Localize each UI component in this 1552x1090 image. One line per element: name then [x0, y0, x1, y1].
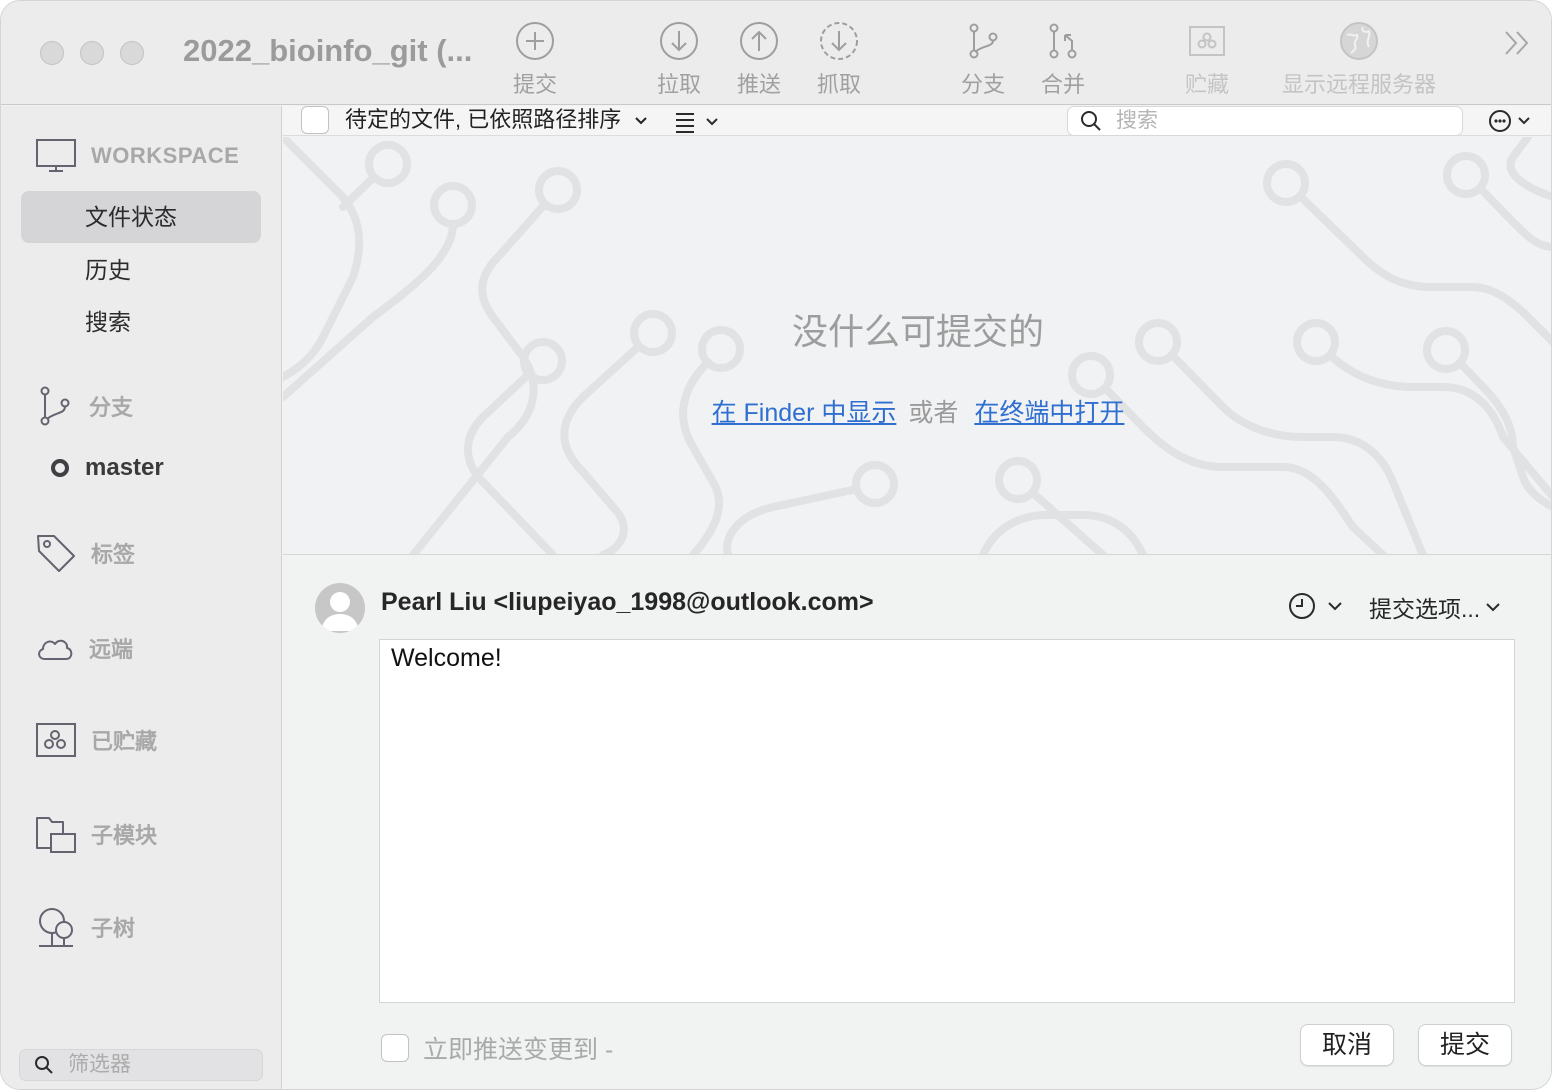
- empty-state-panel: 没什么可提交的 在 Finder 中显示 或者 在终端中打开: [283, 137, 1551, 555]
- push-immediately-checkbox[interactable]: [381, 1034, 409, 1062]
- branch-icon: [969, 23, 998, 59]
- close-window-button[interactable]: [40, 41, 64, 65]
- file-search-box[interactable]: [1067, 106, 1463, 136]
- fetch-dashed-circle-icon: [820, 22, 858, 60]
- current-branch-indicator-icon: [51, 459, 69, 477]
- branches-heading: 分支: [89, 395, 134, 420]
- merge-icon: [1049, 23, 1077, 59]
- commit-message-input[interactable]: Welcome!: [379, 639, 1515, 1003]
- merge-toolbar-button[interactable]: 合并: [1023, 21, 1103, 101]
- cancel-button[interactable]: 取消: [1300, 1024, 1394, 1066]
- avatar: [315, 583, 365, 633]
- sidebar-item-file-status[interactable]: 文件状态: [21, 191, 261, 243]
- file-list-header: 待定的文件, 已依照路径排序: [283, 106, 1551, 136]
- sidebar-item-history[interactable]: 历史: [21, 244, 261, 296]
- empty-state-title: 没什么可提交的: [791, 311, 1044, 352]
- tags-heading: 标签: [91, 542, 136, 567]
- commit-history-dropdown[interactable]: [1287, 591, 1345, 621]
- commit-toolbar-label: 提交: [512, 72, 557, 97]
- fetch-toolbar-button[interactable]: 抓取: [799, 21, 879, 101]
- merge-toolbar-label: 合并: [1040, 72, 1085, 97]
- stashes-heading: 已贮藏: [91, 729, 158, 754]
- stash-box-icon: [36, 723, 76, 757]
- commit-options-dropdown[interactable]: 提交选项...: [1369, 590, 1502, 624]
- sidebar-section-remotes[interactable]: 远端: [35, 632, 133, 664]
- sidebar-section-branches[interactable]: 分支: [35, 384, 133, 428]
- more-options-icon[interactable]: [1487, 108, 1537, 134]
- file-sort-label: 待定的文件, 已依照路径排序: [345, 107, 622, 132]
- sidebar-section-tags[interactable]: 标签: [35, 532, 135, 574]
- commit-options-label: 提交选项...: [1369, 596, 1481, 622]
- workspace-heading: WORKSPACE: [91, 143, 240, 168]
- monitor-icon: [36, 139, 76, 172]
- file-search-input[interactable]: [1116, 109, 1436, 133]
- stash-box-icon: [1189, 26, 1225, 56]
- globe-icon: [1340, 22, 1378, 60]
- stash-toolbar-label: 贮藏: [1184, 72, 1229, 97]
- sidebar-filter[interactable]: [19, 1049, 263, 1081]
- cloud-icon: [38, 639, 73, 660]
- sidebar-item-search[interactable]: 搜索: [21, 296, 261, 348]
- submodules-heading: 子模块: [91, 823, 158, 848]
- search-icon: [35, 1056, 53, 1074]
- arrow-up-circle-icon: [740, 22, 778, 60]
- commit-toolbar-button[interactable]: 提交: [495, 21, 575, 101]
- commit-button[interactable]: 提交: [1418, 1024, 1512, 1066]
- app-window: 2022_bioinfo_git (... 提交 拉取 推送 抓取 分支 合并 …: [0, 0, 1552, 1090]
- chevron-down-icon: [1328, 602, 1342, 611]
- push-toolbar-label: 推送: [736, 72, 781, 97]
- subtrees-heading: 子树: [91, 916, 136, 941]
- user-silhouette-icon: [321, 592, 359, 631]
- empty-state-or: 或者: [908, 399, 959, 427]
- push-immediately-option[interactable]: 立即推送变更到 -: [381, 1030, 613, 1066]
- sidebar-section-submodules[interactable]: 子模块: [35, 814, 157, 854]
- branch-master-item[interactable]: master: [51, 454, 164, 482]
- plus-circle-icon: [516, 22, 554, 60]
- commit-author: Pearl Liu <liupeiyao_1998@outlook.com>: [381, 588, 874, 616]
- fetch-toolbar-label: 抓取: [816, 72, 861, 97]
- submodule-folder-icon: [36, 817, 76, 853]
- empty-state-actions: 在 Finder 中显示 或者 在终端中打开: [283, 393, 1551, 429]
- show-in-finder-link[interactable]: 在 Finder 中显示: [712, 399, 897, 427]
- branch-toolbar-button[interactable]: 分支: [943, 21, 1023, 101]
- toolbar-overflow-chevron-icon[interactable]: [1503, 29, 1531, 57]
- zoom-window-button[interactable]: [120, 41, 144, 65]
- pull-toolbar-label: 拉取: [656, 72, 701, 97]
- tag-icon: [37, 535, 75, 572]
- stash-toolbar-button[interactable]: 贮藏: [1167, 21, 1247, 101]
- sidebar-section-subtrees[interactable]: 子树: [35, 906, 135, 948]
- sidebar-section-workspace: WORKSPACE: [35, 138, 239, 174]
- show-remote-toolbar-label: 显示远程服务器: [1281, 72, 1436, 97]
- toolbar: 2022_bioinfo_git (... 提交 拉取 推送 抓取 分支 合并 …: [1, 1, 1551, 105]
- select-all-checkbox[interactable]: [301, 106, 329, 134]
- sidebar: WORKSPACE 文件状态 历史 搜索 分支 master 标签 远端 已贮藏…: [1, 106, 282, 1089]
- pull-toolbar-button[interactable]: 拉取: [639, 21, 719, 101]
- branch-name: master: [85, 454, 164, 481]
- open-in-terminal-link[interactable]: 在终端中打开: [974, 399, 1124, 427]
- filter-input[interactable]: [68, 1053, 238, 1077]
- show-remote-toolbar-button[interactable]: 显示远程服务器: [1279, 21, 1439, 101]
- minimize-window-button[interactable]: [80, 41, 104, 65]
- tree-icon: [39, 908, 73, 947]
- chevron-down-icon: [635, 117, 648, 125]
- commit-panel: Pearl Liu <liupeiyao_1998@outlook.com> 提…: [283, 556, 1551, 1089]
- window-title: 2022_bioinfo_git (...: [183, 33, 473, 68]
- remotes-heading: 远端: [89, 637, 134, 662]
- sidebar-section-stashes[interactable]: 已贮藏: [35, 722, 157, 758]
- list-view-menu-icon[interactable]: [673, 109, 723, 133]
- push-toolbar-button[interactable]: 推送: [719, 21, 799, 101]
- branch-toolbar-label: 分支: [960, 72, 1005, 97]
- push-immediately-label: 立即推送变更到 -: [423, 1036, 614, 1064]
- branch-icon: [40, 386, 70, 426]
- search-icon: [1081, 111, 1101, 131]
- file-sort-dropdown[interactable]: 待定的文件, 已依照路径排序: [345, 106, 649, 134]
- clock-icon: [1289, 593, 1315, 619]
- chevron-down-icon: [1486, 603, 1500, 612]
- arrow-down-circle-icon: [660, 22, 698, 60]
